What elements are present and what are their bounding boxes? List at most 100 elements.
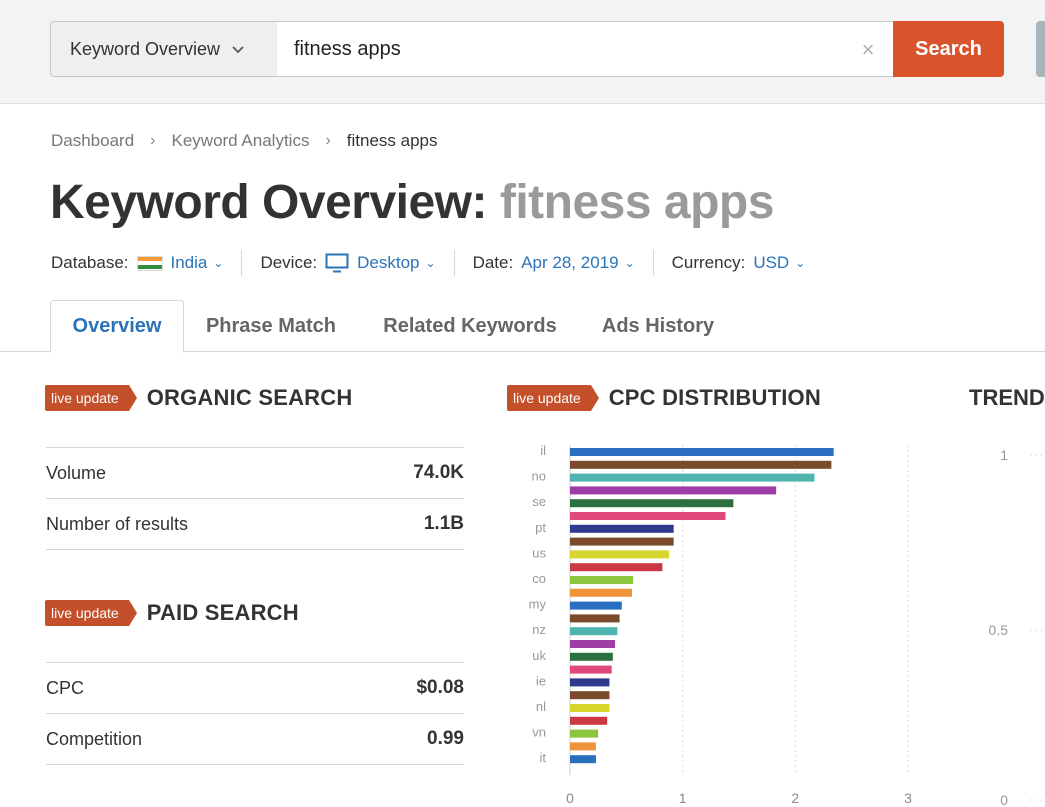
tab-bar: Overview Phrase Match Related Keywords A…: [0, 300, 1045, 353]
side-button-stub[interactable]: [1036, 21, 1045, 77]
chevron-down-icon: ⌄: [795, 256, 806, 270]
cpc-bar[interactable]: [570, 486, 777, 495]
filter-divider: [241, 250, 243, 276]
cpc-bar[interactable]: [570, 499, 734, 508]
cpc-bar[interactable]: [570, 614, 620, 623]
y-tick-label: nz: [532, 622, 546, 637]
tab-related-keywords[interactable]: Related Keywords: [370, 300, 570, 352]
cpc-bar[interactable]: [570, 652, 613, 661]
page-title-keyword: fitness apps: [499, 176, 775, 229]
currency-dropdown[interactable]: USD ⌄: [753, 253, 805, 273]
cpc-bar[interactable]: [570, 448, 834, 456]
cpc-bar[interactable]: [570, 665, 612, 674]
metric-label: Competition: [46, 728, 143, 749]
y-tick-label: uk: [532, 648, 546, 663]
metric-value: 0.99: [427, 728, 464, 749]
chevron-down-icon: ⌄: [425, 256, 436, 270]
paid-search-header: live update PAID SEARCH: [45, 600, 299, 626]
page-title-prefix: Keyword Overview:: [50, 176, 488, 229]
tab-overview[interactable]: Overview: [50, 300, 184, 353]
metric-row-cpc: CPC $0.08: [46, 662, 464, 713]
cpc-bar[interactable]: [570, 742, 596, 751]
india-flag-icon: [136, 255, 163, 271]
metric-row-volume: Volume 74.0K: [46, 447, 464, 498]
cpc-bar[interactable]: [570, 755, 596, 764]
search-input[interactable]: fitness apps ×: [277, 21, 894, 77]
cpc-bar[interactable]: [570, 627, 618, 636]
filter-bar: Database: India ⌄ Device: Desktop ⌄ Date…: [51, 250, 805, 276]
page-title: Keyword Overview: fitness apps: [50, 175, 774, 230]
x-tick-label: 1: [679, 790, 687, 806]
top-search-bar: Keyword Overview fitness apps × Search: [0, 0, 1045, 104]
search-input-value: fitness apps: [294, 37, 401, 60]
chevron-down-icon: ⌄: [213, 256, 224, 270]
cpc-bar[interactable]: [570, 640, 616, 648]
cpc-bar[interactable]: [570, 729, 599, 738]
metric-label: Number of results: [46, 513, 189, 534]
device-value: Desktop: [357, 253, 420, 272]
breadcrumb-item-current: fitness apps: [346, 131, 438, 150]
cpc-bar[interactable]: [570, 716, 608, 725]
clear-icon[interactable]: ×: [859, 39, 877, 61]
date-dropdown[interactable]: Apr 28, 2019 ⌄: [521, 253, 634, 273]
y-tick-label: it: [540, 750, 547, 765]
cpc-bar[interactable]: [570, 704, 610, 712]
organic-search-header: live update ORGANIC SEARCH: [45, 385, 352, 411]
desktop-icon: [325, 253, 349, 273]
cpc-bar[interactable]: [570, 691, 610, 700]
live-update-badge: live update: [45, 600, 137, 626]
y-tick-label: us: [532, 545, 546, 560]
x-tick-label: 2: [791, 790, 799, 806]
y-tick-label: pt: [535, 520, 546, 535]
live-update-badge: live update: [507, 385, 599, 411]
cpc-bar[interactable]: [570, 601, 622, 610]
cpc-distribution-header: live update CPC DISTRIBUTION: [507, 385, 821, 411]
currency-value: USD: [753, 253, 790, 272]
tab-phrase-match[interactable]: Phrase Match: [196, 300, 346, 352]
cpc-bar[interactable]: [570, 524, 674, 533]
divider: [46, 549, 464, 550]
cpc-distribution-title: CPC DISTRIBUTION: [608, 385, 821, 410]
device-label: Device:: [260, 253, 318, 272]
database-label: Database:: [51, 253, 129, 272]
tool-select-dropdown[interactable]: Keyword Overview: [50, 21, 278, 77]
breadcrumb-item-dashboard[interactable]: Dashboard: [51, 131, 134, 151]
cpc-bar[interactable]: [570, 460, 832, 469]
trend-y-tick: 1: [1000, 447, 1008, 463]
cpc-bar[interactable]: [570, 537, 674, 546]
y-tick-label: nl: [536, 699, 546, 714]
cpc-bar[interactable]: [570, 473, 815, 482]
database-dropdown[interactable]: India ⌄: [136, 253, 224, 273]
x-tick-label: 0: [566, 790, 574, 806]
y-tick-label: no: [532, 469, 546, 484]
chevron-right-icon: ›: [325, 132, 331, 149]
y-tick-label: ie: [536, 673, 546, 688]
x-tick-label: 3: [904, 790, 912, 806]
trend-y-tick: 0: [1000, 792, 1008, 807]
trend-chart: 1 0.5 0: [989, 447, 1045, 807]
metric-row-results: Number of results 1.1B: [46, 498, 464, 549]
trend-title: TREND: [969, 385, 1045, 410]
cpc-bar[interactable]: [570, 563, 663, 572]
chevron-down-icon: [232, 46, 244, 54]
currency-label: Currency:: [671, 253, 746, 272]
search-button[interactable]: Search: [893, 21, 1004, 77]
date-value: Apr 28, 2019: [521, 253, 619, 272]
y-tick-label: co: [532, 571, 546, 586]
breadcrumb: Dashboard › Keyword Analytics › fitness …: [51, 131, 438, 151]
metric-label: CPC: [46, 677, 85, 698]
breadcrumb-item-keyword-analytics[interactable]: Keyword Analytics: [172, 131, 310, 151]
cpc-bar[interactable]: [570, 678, 610, 687]
filter-divider: [652, 250, 654, 276]
metric-value: 74.0K: [413, 462, 464, 483]
cpc-bar[interactable]: [570, 576, 634, 584]
cpc-bar[interactable]: [570, 550, 670, 559]
device-dropdown[interactable]: Desktop ⌄: [325, 253, 436, 273]
tab-ads-history[interactable]: Ads History: [590, 300, 726, 352]
metric-row-competition: Competition 0.99: [46, 713, 464, 764]
cpc-bar[interactable]: [570, 588, 632, 597]
y-tick-label: il: [540, 443, 546, 458]
date-label: Date:: [472, 253, 514, 272]
y-tick-label: vn: [532, 725, 546, 740]
cpc-bar[interactable]: [570, 512, 726, 520]
